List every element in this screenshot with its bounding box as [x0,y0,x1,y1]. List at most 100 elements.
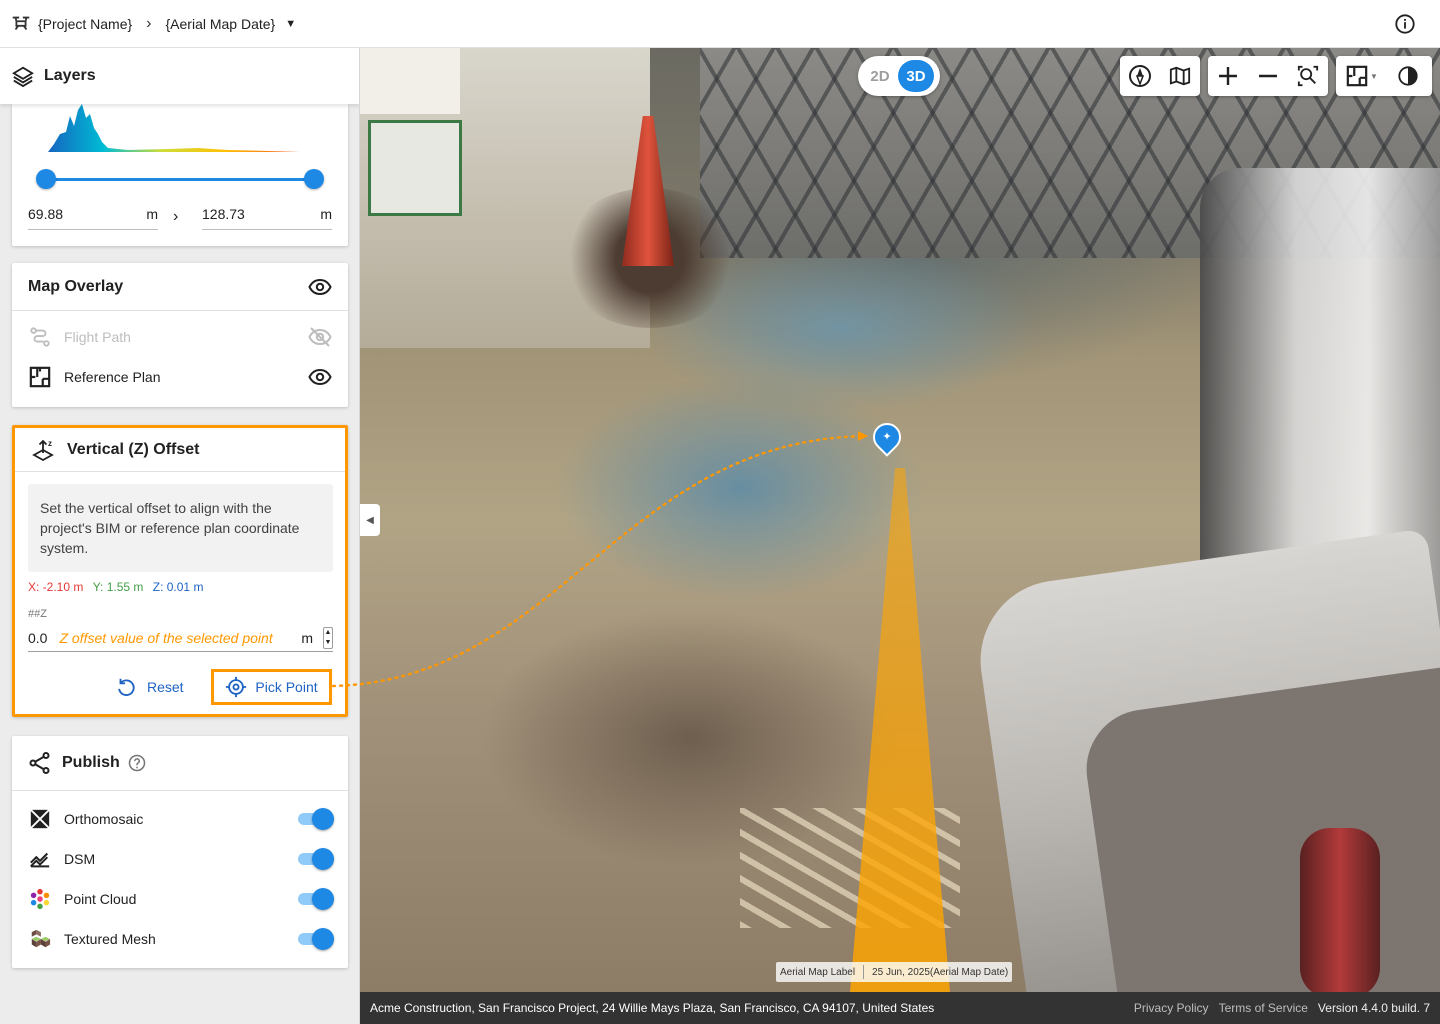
reset-button[interactable]: Reset [115,672,184,702]
point-cloud-toggle[interactable] [298,888,334,910]
pick-point-button[interactable]: Pick Point [211,669,332,705]
vertical-offset-title: Vertical (Z) Offset [67,440,200,458]
overlay-item-label: Flight Path [64,329,131,345]
eye-off-icon[interactable] [308,325,332,349]
zoom-toolbar [1208,56,1328,96]
breadcrumb-separator-icon: › [146,14,152,32]
map-overlay-title: Map Overlay [28,277,124,295]
elevation-min-handle[interactable] [36,169,56,189]
layer-tools-toolbar: ▼ [1336,56,1432,96]
reference-plan-icon [28,365,52,389]
project-address: Acme Construction, San Francisco Project… [370,1001,935,1015]
minus-icon [1259,74,1277,78]
view-3d-button[interactable]: 3D [898,60,934,92]
vertical-offset-card: z Vertical (Z) Offset Set the vertical o… [12,425,348,717]
dsm-toggle[interactable] [298,848,334,870]
label-divider [863,965,865,979]
offset-description: Set the vertical offset to align with th… [28,484,333,572]
elevation-min-value: 69.88 [28,206,64,222]
reset-label: Reset [147,679,184,695]
compass-icon [1129,65,1151,87]
point-marker-icon: ✦ [882,431,892,443]
map-label-date: 25 Jun, 2025(Aerial Map Date) [872,966,1009,978]
textured-mesh-toggle[interactable] [298,928,334,950]
publish-item-label: Orthomosaic [64,811,144,827]
status-footer: Acme Construction, San Francisco Project… [360,992,1440,1024]
project-name-link[interactable]: {Project Name} [38,16,132,32]
x-coordinate: X: -2.10 m [28,580,84,594]
map-icon [1169,66,1191,86]
layers-icon [12,66,34,87]
y-coordinate: Y: 1.55 m [92,580,144,594]
publish-header: Publish [12,736,348,791]
elevation-max-value: 128.73 [202,206,245,222]
chevron-down-icon[interactable]: ▼ [285,18,296,30]
collapse-sidebar-button[interactable]: ◀ [360,504,380,536]
layers-sidebar: Layers 69.88 m › 128.73 m Map Overlay Fl… [0,48,360,1024]
basemap-button[interactable] [1160,56,1200,96]
z-offset-stepper[interactable]: ▲ ▼ [323,626,333,649]
dsm-icon [28,847,52,871]
eye-icon[interactable] [308,275,332,299]
picked-point-marker[interactable]: ✦ [867,417,907,457]
compass-button[interactable] [1120,56,1160,96]
map-overlay-header: Map Overlay [12,263,348,311]
elevation-max-unit: m [320,206,332,222]
overlay-item-label: Reference Plan [64,369,161,385]
3d-map-viewport[interactable]: ✦ ◀ 2D 3D ▼ Aerial Map Label 25 Jun, 202… [360,48,1440,992]
point-cloud-icon [28,887,52,911]
elevation-max-handle[interactable] [304,169,324,189]
view-dimension-toggle[interactable]: 2D 3D [858,56,940,96]
version-label: Version 4.4.0 build. 7 [1317,1001,1430,1015]
zoom-in-button[interactable] [1208,56,1248,96]
share-icon [29,752,50,774]
z-offset-unit: m [301,629,313,646]
map-mode-toolbar [1120,56,1200,96]
crosshair-icon [226,676,247,698]
zoom-fit-icon [1297,65,1319,87]
selected-point-coordinates: X: -2.10 m Y: 1.55 m Z: 0.01 m [28,580,203,594]
publish-item-dsm: DSM [12,839,348,879]
z-offset-input[interactable]: 0.0 Z offset value of the selected point… [28,624,333,652]
elevation-max-field[interactable]: 128.73 m [202,206,332,230]
zoom-to-fit-button[interactable] [1288,56,1328,96]
aerial-map-label: Aerial Map Label 25 Jun, 2025(Aerial Map… [776,962,1013,982]
elevation-min-field[interactable]: 69.88 m [28,206,158,230]
red-cylinder-scenery [1300,828,1380,992]
reference-plan-icon [1346,65,1368,87]
zoom-out-button[interactable] [1248,56,1288,96]
publish-item-textured-mesh: Textured Mesh [12,919,348,959]
layers-header: Layers [0,48,359,104]
reset-icon [118,678,135,696]
publish-item-point-cloud: Point Cloud [12,879,348,919]
plus-icon [1219,67,1237,85]
z-offset-field-label: ##Z [28,608,47,620]
pick-point-label: Pick Point [255,679,318,695]
overlay-item-flight-path[interactable]: Flight Path [12,317,348,357]
orthomosaic-toggle[interactable] [298,808,334,830]
contrast-icon [1398,66,1418,86]
publish-card: Publish Orthomosaic DSM Point Cloud Text… [12,736,348,968]
elevation-min-unit: m [146,206,158,222]
layers-title: Layers [44,67,96,84]
top-bar: {Project Name} › {Aerial Map Date} ▼ [0,0,1440,48]
overlay-item-reference-plan[interactable]: Reference Plan [12,357,348,397]
orthomosaic-icon [28,807,52,831]
info-icon[interactable] [1394,13,1416,35]
flight-path-icon [28,325,52,349]
eye-icon[interactable] [308,365,332,389]
contrast-button[interactable] [1388,56,1428,96]
map-label-name: Aerial Map Label [780,966,856,978]
elevation-slider-track[interactable] [46,178,314,181]
terms-of-service-link[interactable]: Terms of Service [1219,1001,1308,1015]
view-2d-button[interactable]: 2D [862,60,898,92]
range-arrow-icon: › [173,208,179,225]
plan-overlay-button[interactable]: ▼ [1336,56,1388,96]
z-coordinate: Z: 0.01 m [152,580,204,594]
privacy-policy-link[interactable]: Privacy Policy [1134,1001,1209,1015]
elevation-histogram [48,104,300,152]
publish-title: Publish [62,754,120,771]
vertical-offset-header: z Vertical (Z) Offset [15,428,345,472]
map-date-selector[interactable]: {Aerial Map Date} [166,16,276,32]
help-icon[interactable] [128,754,146,772]
